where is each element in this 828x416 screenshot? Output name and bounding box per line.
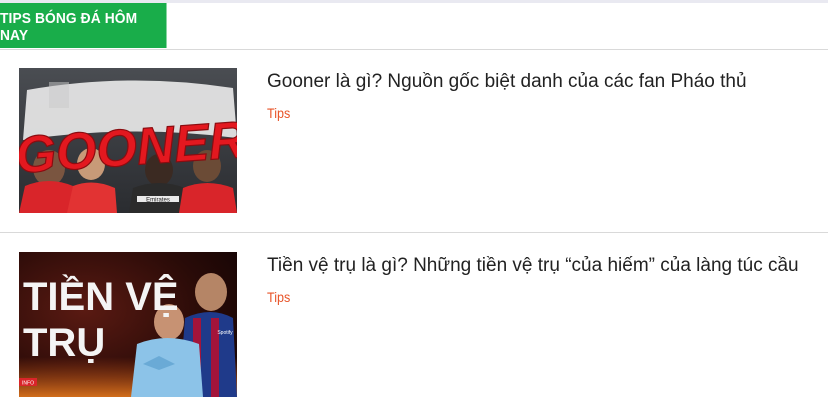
- article-title-link[interactable]: Tiền vệ trụ là gì? Những tiền vệ trụ “củ…: [267, 255, 799, 277]
- article-thumbnail[interactable]: TIỀN VỆ TRỤ INFO Spotify: [19, 252, 237, 397]
- thumbnail-caption-line1: TIỀN VỆ: [23, 273, 179, 319]
- thumbnail-badge: INFO: [22, 381, 34, 387]
- thumbnail-caption-line2: TRỤ: [23, 321, 105, 365]
- sponsor-label: Emirates: [146, 198, 170, 204]
- article-category-link[interactable]: Tips: [267, 289, 290, 305]
- section-header: TIPS BÓNG ĐÁ HÔM NAY: [0, 0, 828, 50]
- gooner-thumbnail-image: Emirates GOONER: [19, 68, 237, 213]
- article-category-link[interactable]: Tips: [267, 105, 290, 121]
- article-title-link[interactable]: Gooner là gì? Nguồn gốc biệt danh của cá…: [267, 71, 747, 93]
- article-thumbnail[interactable]: Emirates GOONER: [19, 68, 237, 213]
- sponsor-label: Spotify: [217, 330, 233, 336]
- article-item: TIỀN VỆ TRỤ INFO Spotify Tiền vệ trụ là …: [0, 233, 828, 416]
- midfielder-thumbnail-image: TIỀN VỆ TRỤ INFO Spotify: [19, 252, 237, 397]
- section-title[interactable]: TIPS BÓNG ĐÁ HÔM NAY: [0, 3, 167, 48]
- article-item: Emirates GOONER Gooner là gì? Nguồn gốc …: [0, 49, 828, 233]
